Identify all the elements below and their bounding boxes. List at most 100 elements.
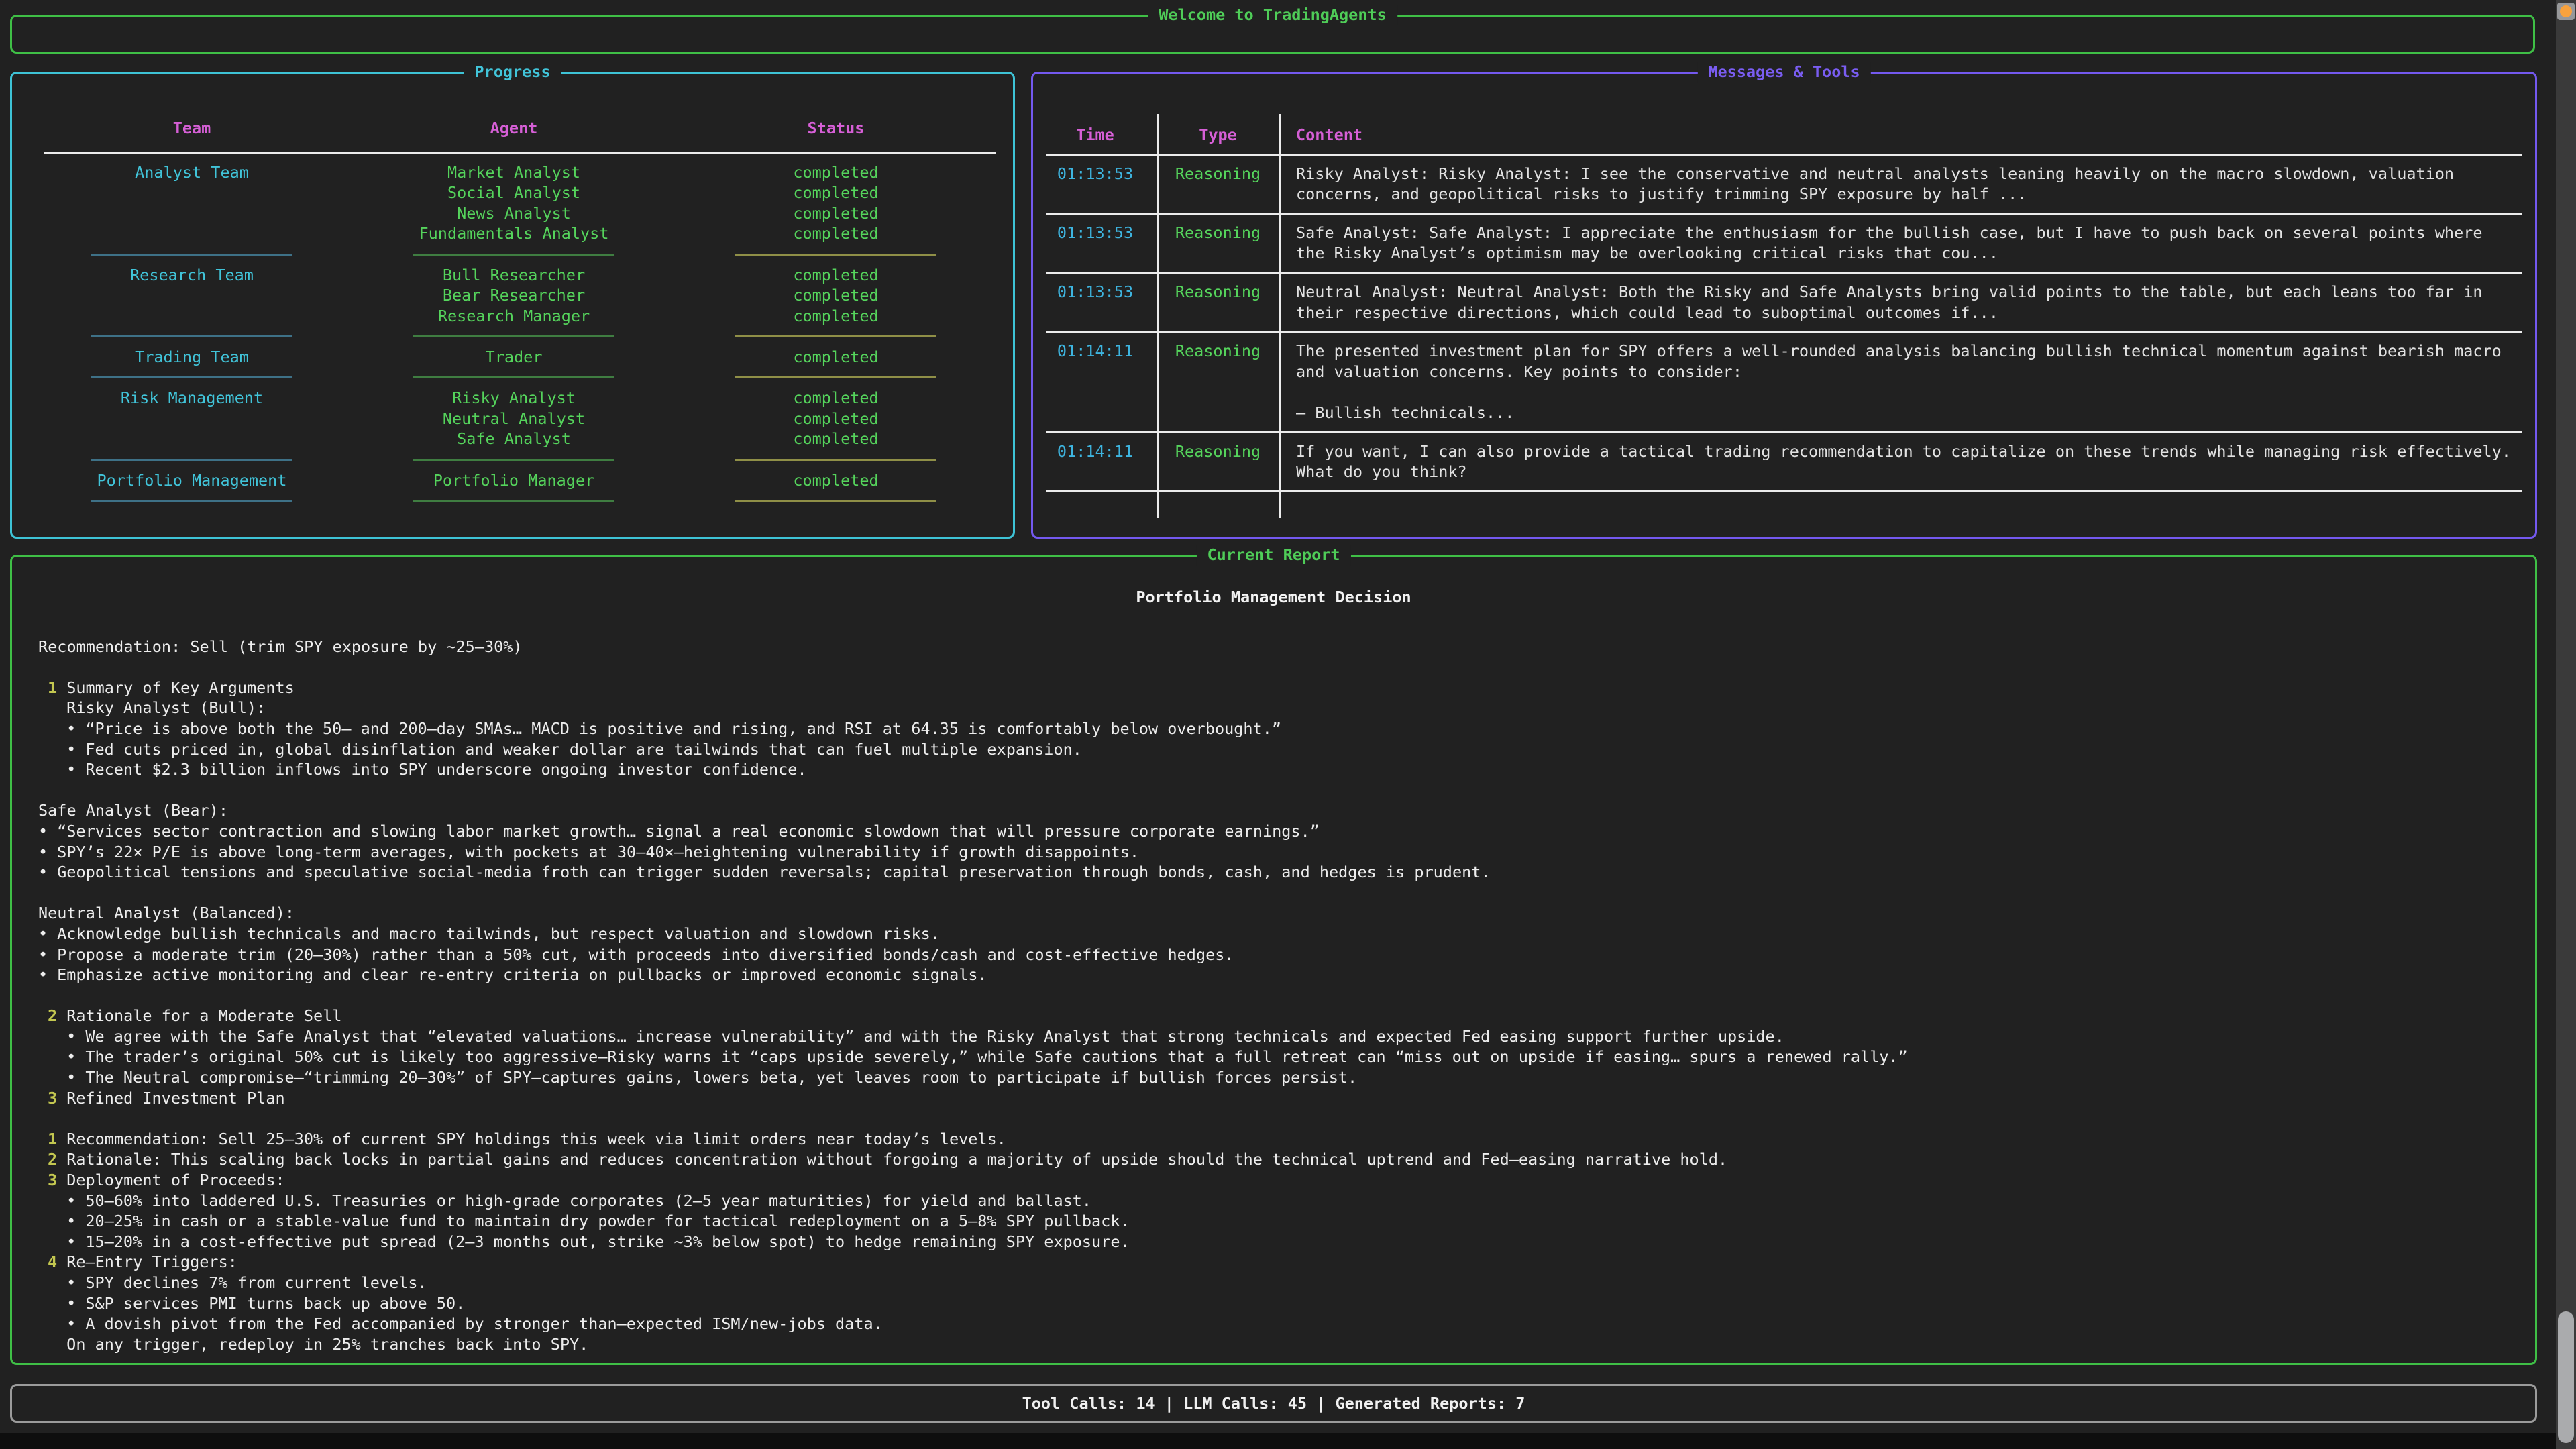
list-number: 2 xyxy=(48,1006,57,1025)
progress-row: News Analystcompleted xyxy=(44,203,996,224)
bullet-icon: • xyxy=(38,843,48,861)
report-line xyxy=(12,985,2535,1006)
list-number: 1 xyxy=(48,1130,57,1148)
report-line: •Propose a moderate trim (20–30%) rather… xyxy=(12,945,2535,965)
report-text: Rationale for a Moderate Sell xyxy=(66,1006,341,1025)
message-rows: 01:13:53ReasoningRisky Analyst: Risky An… xyxy=(1033,156,2535,492)
separator-cell xyxy=(44,490,339,511)
team-cell: Research Team xyxy=(44,265,339,286)
messages-panel: Messages & Tools Time Type Content 01:13… xyxy=(1031,72,2537,539)
progress-row: Trading TeamTradercompleted xyxy=(44,347,996,368)
team-cell xyxy=(44,306,339,327)
report-text: Safe Analyst (Bear): xyxy=(38,801,228,820)
report-line xyxy=(12,1108,2535,1129)
team-cell xyxy=(44,223,339,244)
progress-row: Bear Researchercompleted xyxy=(44,285,996,306)
messages-table-header: Time Type Content xyxy=(1033,114,2535,146)
message-line: Safe Analyst: Safe Analyst: I appreciate… xyxy=(1296,223,2512,244)
message-type: Reasoning xyxy=(1157,341,1279,423)
agent-cell: News Analyst xyxy=(339,203,688,224)
message-line: If you want, I can also provide a tactic… xyxy=(1296,441,2512,462)
bullet-icon: • xyxy=(66,1232,76,1251)
team-cell xyxy=(44,285,339,306)
message-line: Neutral Analyst: Neutral Analyst: Both t… xyxy=(1296,282,2512,303)
report-line: •Emphasize active monitoring and clear r… xyxy=(12,965,2535,985)
message-row: 01:13:53ReasoningNeutral Analyst: Neutra… xyxy=(1033,274,2535,331)
row-divider xyxy=(1046,490,2522,492)
bullet-icon: • xyxy=(38,863,48,881)
progress-row: Research TeamBull Researchercompleted xyxy=(44,265,996,286)
column-divider xyxy=(1157,114,1159,518)
report-text: SPY’s 22× P/E is above long-term average… xyxy=(57,843,1139,861)
report-text: Neutral Analyst (Balanced): xyxy=(38,904,294,922)
status-cell: completed xyxy=(688,409,983,429)
agent-cell: Research Manager xyxy=(339,306,688,327)
scrollbar-track[interactable] xyxy=(2556,0,2576,1449)
report-line: On any trigger, redeploy in 25% tranches… xyxy=(12,1334,2535,1355)
separator-line xyxy=(735,376,936,378)
report-line: •20–25% in cash or a stable-value fund t… xyxy=(12,1211,2535,1232)
report-line xyxy=(12,780,2535,801)
message-line: The presented investment plan for SPY of… xyxy=(1296,341,2512,362)
report-text: The Neutral compromise—“trimming 20–30%”… xyxy=(85,1068,1357,1087)
column-header-status: Status xyxy=(688,118,983,139)
agent-cell: Fundamentals Analyst xyxy=(339,223,688,244)
status-cell: completed xyxy=(688,285,983,306)
bullet-icon: • xyxy=(66,1273,76,1292)
group-separator xyxy=(44,490,996,511)
scroll-indicator-button[interactable] xyxy=(2557,3,2575,20)
agent-cell: Safe Analyst xyxy=(339,429,688,449)
list-number: 3 xyxy=(48,1089,57,1108)
message-time: 01:14:11 xyxy=(1033,441,1157,482)
report-line: •50–60% into laddered U.S. Treasuries or… xyxy=(12,1191,2535,1212)
separator-line xyxy=(735,500,936,502)
report-text: Deployment of Proceeds: xyxy=(66,1171,284,1189)
column-header-content: Content xyxy=(1279,125,2535,146)
progress-panel: Progress Team Agent Status Analyst TeamM… xyxy=(10,72,1015,539)
team-cell xyxy=(44,182,339,203)
bullet-icon: • xyxy=(66,1314,76,1333)
message-content: If you want, I can also provide a tactic… xyxy=(1279,441,2535,482)
message-type: Reasoning xyxy=(1157,441,1279,482)
message-line: What do you think? xyxy=(1296,462,2512,482)
report-line: • Geopolitical tensions and speculative s… xyxy=(12,862,2535,883)
report-text: Refined Investment Plan xyxy=(66,1089,284,1108)
footer-stats: Tool Calls: 14 | LLM Calls: 45 | Generat… xyxy=(1022,1393,1525,1414)
report-text: On any trigger, redeploy in 25% tranches… xyxy=(66,1335,588,1354)
report-line xyxy=(12,883,2535,904)
agent-cell: Bull Researcher xyxy=(339,265,688,286)
report-panel: Current Report Portfolio Management Deci… xyxy=(10,555,2537,1365)
list-number: 1 xyxy=(48,678,57,697)
welcome-panel: Welcome to TradingAgents xyxy=(10,15,2535,54)
welcome-title: Welcome to TradingAgents xyxy=(1148,5,1397,25)
progress-table: Team Agent Status Analyst TeamMarket Ana… xyxy=(12,74,1013,511)
separator-cell xyxy=(339,244,688,265)
progress-row: Research Managercompleted xyxy=(44,306,996,327)
report-text: S&P services PMI turns back up above 50. xyxy=(85,1294,465,1313)
report-line: Neutral Analyst (Balanced): xyxy=(12,903,2535,924)
scrollbar-thumb[interactable] xyxy=(2558,1311,2574,1443)
column-header-time: Time xyxy=(1033,125,1157,146)
separator-line xyxy=(413,500,614,502)
report-line: • The Neutral compromise—“trimming 20–30%… xyxy=(12,1067,2535,1088)
report-text: Summary of Key Arguments xyxy=(66,678,294,697)
separator-cell xyxy=(688,368,983,388)
message-time: 01:13:53 xyxy=(1033,164,1157,205)
agent-cell: Portfolio Manager xyxy=(339,470,688,491)
report-text: “Price is above both the 50– and 200–day… xyxy=(85,719,1281,738)
separator-line xyxy=(735,335,936,337)
report-text: Acknowledge bullish technicals and macro… xyxy=(57,924,940,943)
report-heading: Portfolio Management Decision xyxy=(12,587,2535,608)
separator-line xyxy=(91,500,292,502)
report-text: Recent $2.3 billion inflows into SPY und… xyxy=(85,760,806,779)
progress-table-header: Team Agent Status xyxy=(44,118,996,139)
bullet-icon: • xyxy=(66,740,76,759)
column-divider xyxy=(1279,114,1281,518)
bullet-icon: • xyxy=(66,1068,76,1087)
report-text: Geopolitical tensions and speculative so… xyxy=(57,863,1490,881)
status-cell: completed xyxy=(688,470,983,491)
progress-row: Portfolio ManagementPortfolio Managercom… xyxy=(44,470,996,491)
team-cell: Analyst Team xyxy=(44,162,339,183)
report-line: 4Re–Entry Triggers: xyxy=(12,1252,2535,1273)
progress-row: Neutral Analystcompleted xyxy=(44,409,996,429)
